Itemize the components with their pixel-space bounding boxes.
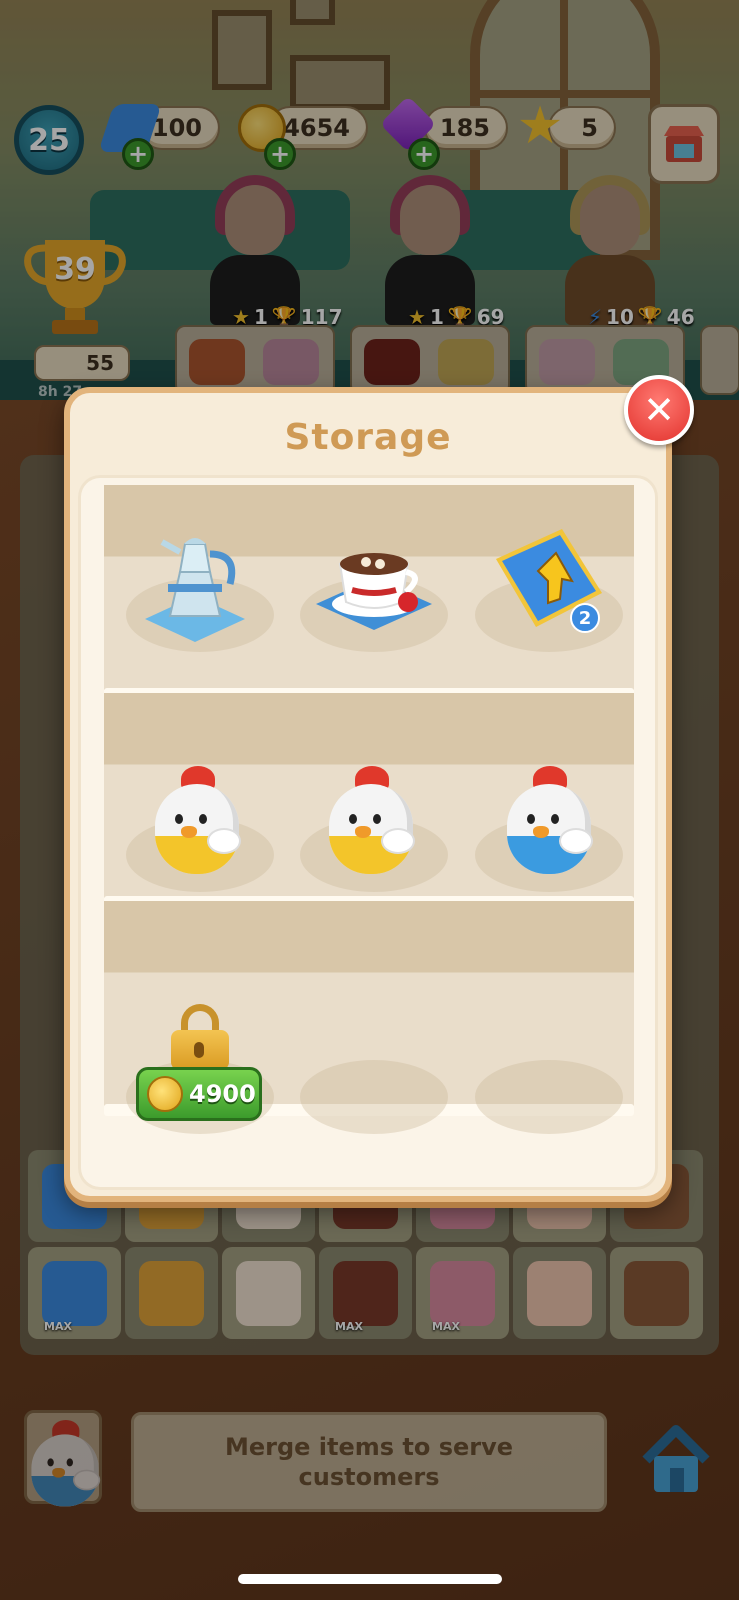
close-button[interactable]: ✕: [624, 375, 694, 445]
modal-title: Storage: [284, 417, 452, 458]
hot-chocolate-icon[interactable]: [312, 534, 436, 634]
storage-slot-empty[interactable]: [300, 1060, 448, 1134]
close-icon: ✕: [643, 388, 675, 432]
unlock-slot-button[interactable]: 4900: [136, 1067, 262, 1121]
coin-icon: [147, 1076, 183, 1112]
unlock-price: 4900: [189, 1080, 256, 1108]
chicken-timer-icon[interactable]: [325, 766, 417, 876]
chicken-timer-icon[interactable]: [503, 766, 595, 876]
storage-slot-empty[interactable]: [475, 1060, 623, 1134]
moka-pot-icon[interactable]: [140, 524, 250, 644]
home-indicator[interactable]: [238, 1574, 502, 1584]
chicken-timer-icon[interactable]: [151, 766, 243, 876]
lock-icon: [169, 1004, 231, 1070]
upgrade-card[interactable]: 2: [490, 525, 606, 635]
item-count-badge: 2: [570, 603, 600, 633]
